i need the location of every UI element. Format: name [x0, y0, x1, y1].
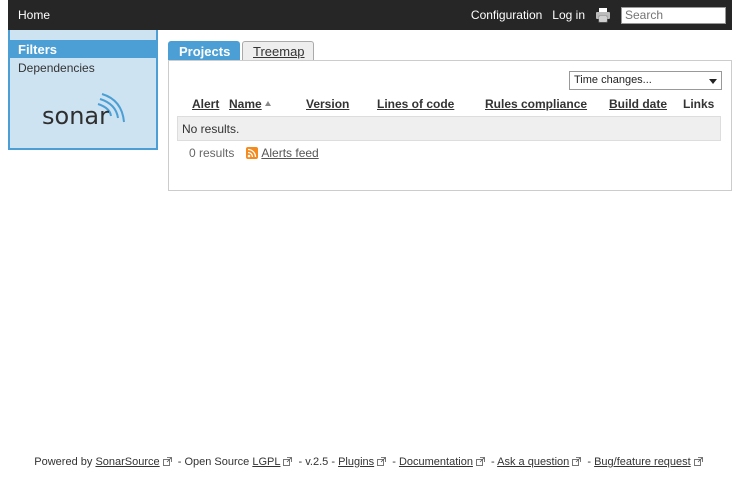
external-link-icon [572, 457, 582, 466]
footer-separator: - [491, 456, 495, 468]
external-link-icon [162, 457, 172, 466]
alerts-feed-link[interactable]: Alerts feed [261, 146, 318, 160]
footer-open-source: - Open Source [177, 456, 250, 468]
home-link[interactable]: Home [18, 8, 50, 22]
footer-ask-question-link[interactable]: Ask a question [497, 456, 569, 468]
footer-lgpl-link[interactable]: LGPL [252, 456, 280, 468]
sonar-logo: sonar [40, 88, 130, 134]
sonar-logo-text: sonar [42, 102, 109, 130]
page-footer: Powered by SonarSource - Open Source LGP… [0, 456, 740, 468]
chevron-down-icon [709, 79, 717, 84]
footer-bug-request-link[interactable]: Bug/feature request [594, 456, 691, 468]
printer-icon[interactable] [595, 7, 611, 23]
rss-icon[interactable] [246, 147, 259, 159]
time-changes-value: Time changes... [574, 74, 652, 86]
footer-separator: - [392, 456, 396, 468]
top-right-menu: Configuration Log in [471, 6, 726, 24]
tab-projects[interactable]: Projects [168, 41, 240, 61]
results-count: 0 results [189, 146, 235, 160]
time-changes-select[interactable]: Time changes... [569, 71, 722, 90]
external-link-icon [476, 457, 485, 466]
sort-ascending-icon [264, 101, 271, 106]
column-version[interactable]: Version [306, 97, 349, 111]
column-name-label: Name [229, 97, 262, 111]
sidebar-item-filters[interactable]: Filters [10, 40, 156, 58]
column-name[interactable]: Name [229, 97, 271, 111]
column-alert[interactable]: Alert [192, 97, 219, 111]
results-footer: 0 results Alerts feed [189, 145, 319, 161]
search-input[interactable] [621, 6, 726, 24]
table-row-empty: No results. [177, 116, 721, 141]
footer-separator: - [587, 456, 592, 468]
footer-version: - v.2.5 - [298, 456, 336, 468]
external-link-icon [693, 457, 703, 466]
column-links: Links [683, 97, 715, 111]
sidebar: Filters Dependencies sonar [8, 30, 158, 150]
top-navigation-bar: Home Configuration Log in [8, 0, 732, 30]
external-link-icon [283, 457, 293, 466]
external-link-icon [377, 457, 387, 466]
column-build-date[interactable]: Build date [609, 97, 667, 111]
configuration-link[interactable]: Configuration [471, 8, 542, 22]
projects-panel: Time changes... Alert Name Version Lines… [168, 60, 732, 191]
footer-powered-by: Powered by [34, 456, 93, 468]
login-link[interactable]: Log in [552, 8, 585, 22]
column-rules-compliance[interactable]: Rules compliance [485, 97, 587, 111]
footer-documentation-link[interactable]: Documentation [399, 456, 473, 468]
tab-treemap[interactable]: Treemap [242, 41, 314, 61]
footer-sonarsource-link[interactable]: SonarSource [95, 456, 159, 468]
table-header: Alert Name Version Lines of code Rules c… [169, 97, 733, 115]
sidebar-item-dependencies[interactable]: Dependencies [10, 58, 156, 78]
footer-plugins-link[interactable]: Plugins [338, 456, 374, 468]
column-lines-of-code[interactable]: Lines of code [377, 97, 454, 111]
